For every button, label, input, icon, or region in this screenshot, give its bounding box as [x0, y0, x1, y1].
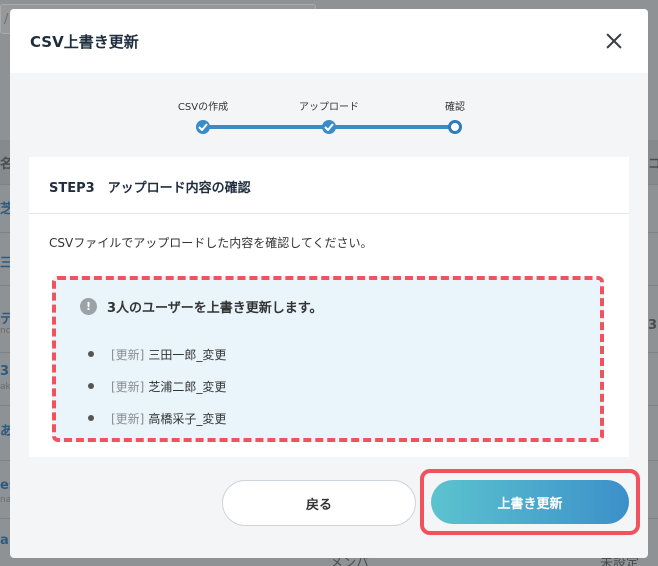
- panel-heading: STEP3 アップロード内容の確認: [29, 157, 629, 214]
- background-row-fragment-right: 3: [648, 318, 658, 333]
- update-user-list: [更新] 三田一郎_変更 [更新] 芝浦二郎_変更 [更新] 高橋采子_変更: [88, 338, 226, 434]
- step-dot-upload-check-icon: [322, 120, 336, 134]
- close-icon[interactable]: [602, 29, 626, 53]
- back-button[interactable]: 戻る: [222, 480, 416, 526]
- step-label-create: CSVの作成: [177, 102, 229, 113]
- step-label-confirm: 確認: [445, 102, 465, 113]
- list-item: [更新] 高橋采子_変更: [88, 402, 226, 434]
- bullet-icon: [88, 351, 94, 357]
- bullet-icon: [88, 415, 94, 421]
- notice-title: ! 3人のユーザーを上書き更新します。: [80, 297, 323, 316]
- background-search-prefix: /: [4, 12, 9, 27]
- update-notice: ! 3人のユーザーを上書き更新します。 [更新] 三田一郎_変更 [更新] 芝浦…: [52, 276, 604, 442]
- modal-header: CSV上書き更新: [10, 9, 648, 73]
- submit-button-highlight: 上書き更新: [420, 469, 640, 535]
- background-row-fragment: a: [0, 533, 9, 548]
- update-tag: [更新]: [111, 347, 145, 362]
- overwrite-update-button[interactable]: 上書き更新: [431, 480, 629, 524]
- user-name: 高橋采子_変更: [148, 411, 227, 426]
- csv-update-modal: CSV上書き更新 CSVの作成 アップロード 確認 STEP3 アップロード内容…: [10, 9, 648, 558]
- background-row-fragment: 3: [0, 364, 10, 379]
- update-tag: [更新]: [111, 411, 145, 426]
- bullet-icon: [88, 383, 94, 389]
- modal-title: CSV上書き更新: [30, 32, 139, 51]
- panel-description: CSVファイルでアップロードした内容を確認してください。: [49, 236, 373, 250]
- progress-stepper: CSVの作成 アップロード 確認: [10, 95, 648, 145]
- user-name: 芝浦二郎_変更: [148, 379, 227, 394]
- background-header-fragment-right: コ: [648, 157, 658, 172]
- exclamation-icon: !: [80, 298, 97, 315]
- user-name: 三田一郎_変更: [148, 347, 227, 362]
- list-item: [更新] 芝浦二郎_変更: [88, 370, 226, 402]
- list-item: [更新] 三田一郎_変更: [88, 338, 226, 370]
- notice-title-text: 3人のユーザーを上書き更新します。: [107, 301, 323, 316]
- step-dot-create-check-icon: [196, 120, 210, 134]
- step-dot-confirm: [448, 120, 462, 134]
- confirm-panel: STEP3 アップロード内容の確認 CSVファイルでアップロードした内容を確認し…: [29, 157, 629, 457]
- update-tag: [更新]: [111, 379, 145, 394]
- step-label-upload: アップロード: [299, 102, 359, 113]
